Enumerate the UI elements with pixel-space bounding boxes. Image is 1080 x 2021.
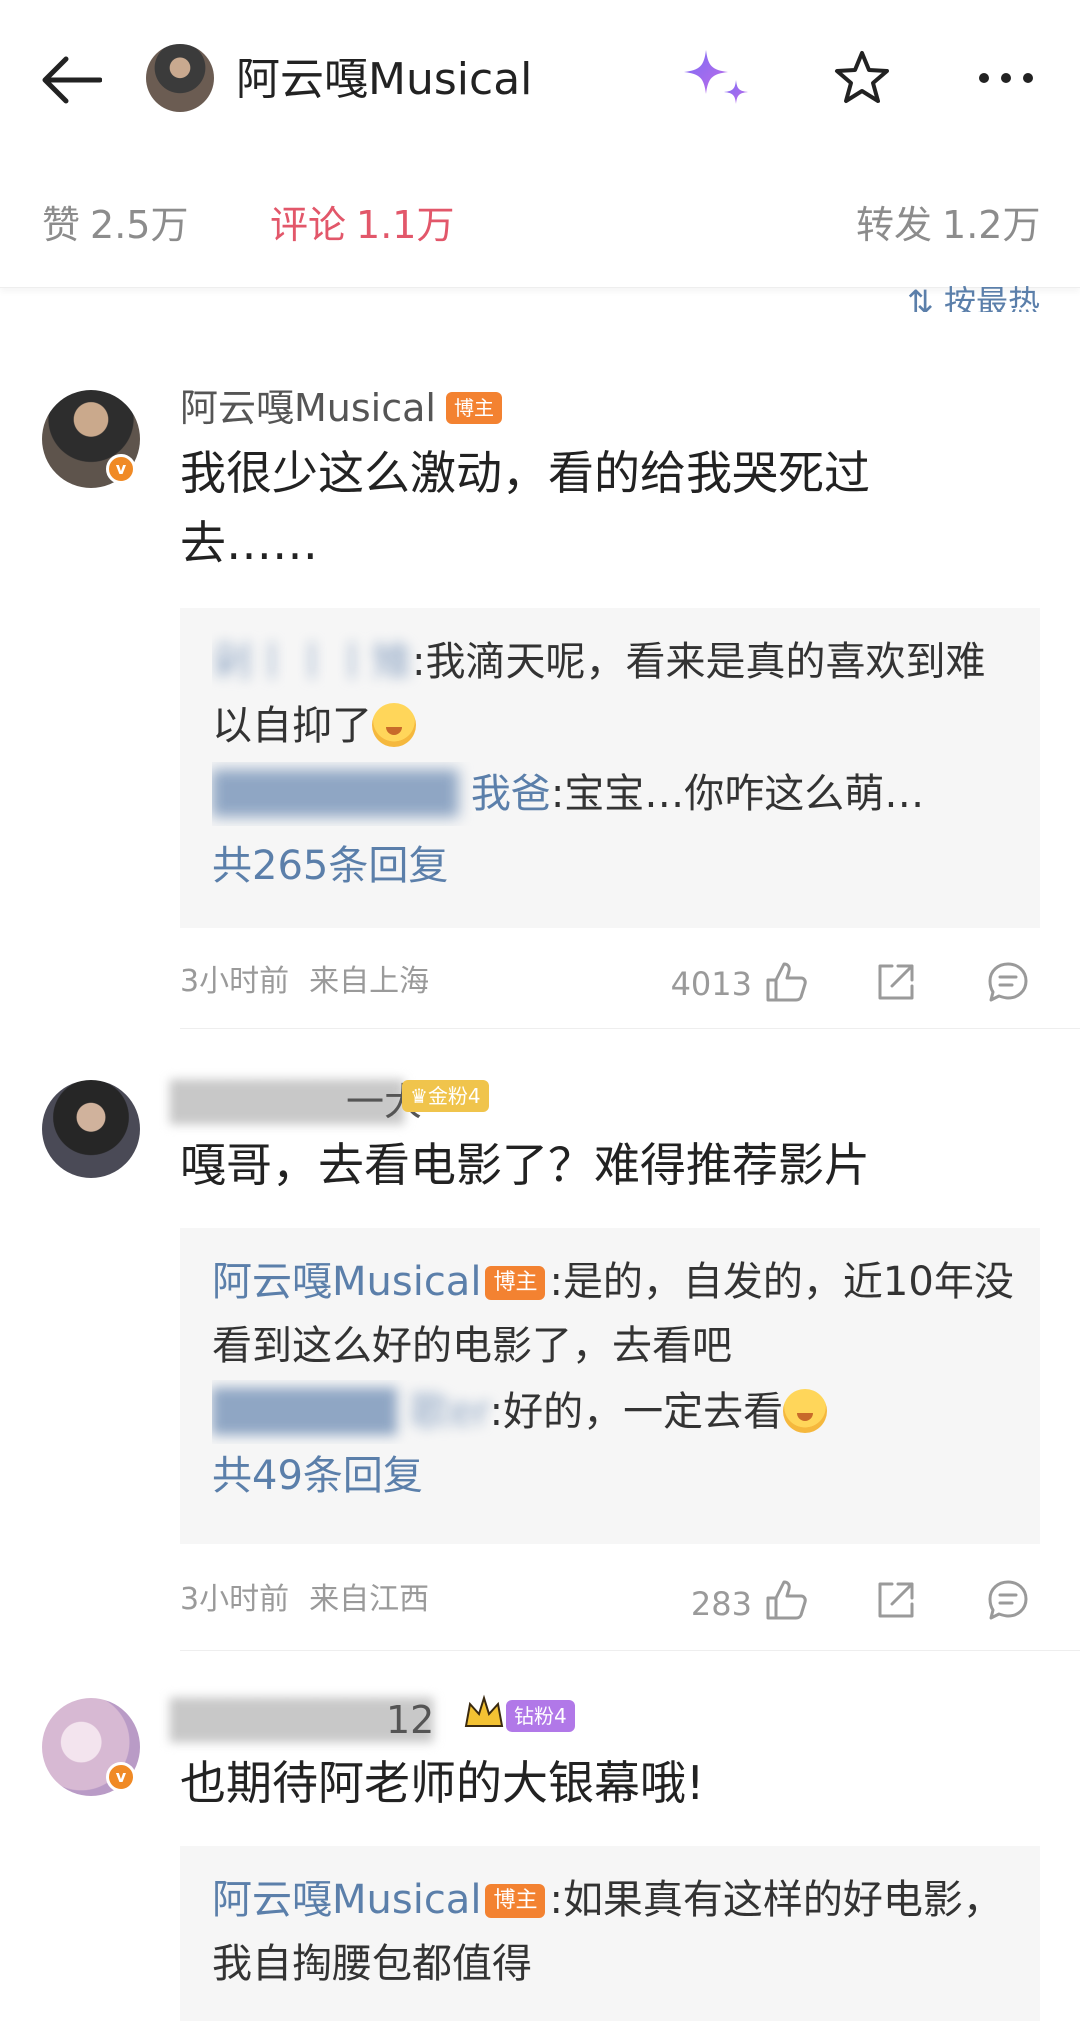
comment-text: 也期待阿老师的大银幕哦! — [180, 1756, 705, 1810]
replies-box[interactable]: 阿云嘎Musical 博主:如果真有这样的好电影，我自掏腰包都值得 — [180, 1846, 1040, 2021]
comment-username[interactable]: 阿云嘎Musical — [180, 384, 436, 432]
tab-likes-count: 2.5万 — [90, 203, 189, 247]
tab-likes[interactable]: 赞 2.5万 — [42, 200, 188, 250]
crown-icon: ♛ — [410, 1084, 428, 1108]
reply-line[interactable]: ████████ 我爸:宝宝…你咋这么萌… — [212, 762, 1022, 826]
comment-divider — [180, 1650, 1080, 1651]
blushing-emoji-icon — [783, 1389, 828, 1433]
replies-box[interactable]: 阿云嘎Musical 博主:是的，自发的，近10年没看到这么好的电影了，去看吧 █… — [180, 1228, 1040, 1544]
like-icon[interactable] — [764, 1578, 808, 1622]
reply-separator: : — [549, 1877, 563, 1923]
reply-username-hidden-prefix: ██████ — [212, 1389, 410, 1435]
nav-title[interactable]: 阿云嘎Musical — [236, 52, 532, 108]
share-icon[interactable] — [874, 1578, 918, 1622]
reply-separator: : — [549, 1259, 563, 1305]
host-tag: 博主 — [485, 1884, 546, 1918]
sort-icon: ⇅ — [907, 283, 944, 312]
sparkle-icon[interactable] — [682, 48, 754, 110]
tab-reposts-count: 1.2万 — [942, 203, 1041, 247]
avatar[interactable] — [42, 1080, 140, 1178]
crying-emoji-icon — [372, 703, 416, 747]
comment-location: 来自上海 — [309, 964, 430, 999]
view-replies-link[interactable]: 共265条回复 — [212, 834, 448, 898]
tab-comments-count: 1.1万 — [356, 203, 455, 247]
tab-reposts[interactable]: 转发 1.2万 — [856, 200, 1040, 250]
crown-icon — [464, 1694, 504, 1727]
like-count: 4013 — [670, 965, 752, 1003]
comment-item: v 阿云嘎Musical 博主 我很少这么激动，看的给我哭死过去…… 剁丨丨丨雉… — [0, 380, 1080, 1030]
comment-time: 3小时前 — [180, 1582, 290, 1617]
back-arrow-icon — [42, 56, 102, 104]
reply-separator: : — [412, 639, 426, 685]
reply-username[interactable]: 阿云嘎Musical — [212, 1259, 481, 1305]
comment-username[interactable]: 12 — [386, 1696, 434, 1744]
comment-text: 嘎哥，去看电影了？难得推荐影片 — [180, 1138, 870, 1192]
fan-level-tag: 钻粉4 — [506, 1700, 575, 1732]
back-button[interactable] — [40, 52, 110, 108]
like-count: 283 — [690, 1585, 752, 1623]
reply-text: 宝宝…你咋这么萌… — [564, 771, 925, 817]
comment-item: ████████ 一大 ♛金粉4 嘎哥，去看电影了？难得推荐影片 阿云嘎Musi… — [0, 1032, 1080, 1652]
sort-label: 按最热 — [943, 283, 1040, 312]
tab-comments-label: 评论 — [270, 203, 347, 247]
reply-username[interactable]: 歌er — [409, 1389, 489, 1435]
like-icon[interactable] — [764, 960, 808, 1004]
fan-level-tag: ♛金粉4 — [402, 1080, 489, 1112]
comment-time: 3小时前 — [180, 964, 290, 999]
share-icon[interactable] — [874, 960, 918, 1004]
fan-level-label: 金粉4 — [427, 1084, 481, 1108]
reply-username[interactable]: 阿云嘎Musical — [212, 1877, 481, 1923]
comment-divider — [180, 1028, 1080, 1029]
comment-text: 我很少这么激动，看的给我哭死过去…… — [180, 446, 870, 570]
star-icon[interactable] — [832, 48, 892, 108]
comment-location: 来自江西 — [309, 1582, 430, 1617]
replies-box[interactable]: 剁丨丨丨雉:我滴天呢，看来是真的喜欢到难以自抑了 ████████ 我爸:宝宝…… — [180, 608, 1040, 928]
reply-icon[interactable] — [986, 1578, 1030, 1622]
comment-item: v █████████ 12 钻粉4 也期待阿老师的大银幕哦! 阿云嘎Music… — [0, 1652, 1080, 2021]
reply-separator: : — [550, 771, 565, 817]
reply-text: 好的，一定去看 — [503, 1389, 784, 1435]
nav-avatar[interactable] — [146, 44, 214, 112]
top-nav: 阿云嘎Musical — [0, 0, 1080, 160]
comment-meta: 3小时前 来自上海 — [180, 962, 429, 1002]
sort-toggle[interactable]: ⇅ 按最热 — [907, 272, 1040, 312]
reply-line[interactable]: 阿云嘎Musical 博主:是的，自发的，近10年没看到这么好的电影了，去看吧 — [212, 1250, 1022, 1378]
reply-line[interactable]: ██████ 歌er:好的，一定去看 — [212, 1380, 1022, 1444]
reply-separator: : — [489, 1389, 504, 1435]
tab-reposts-label: 转发 — [856, 203, 933, 247]
verified-badge-icon: v — [106, 1762, 136, 1792]
host-tag: 博主 — [485, 1266, 546, 1300]
reply-line[interactable]: 阿云嘎Musical 博主:如果真有这样的好电影，我自掏腰包都值得 — [212, 1868, 1022, 1996]
reply-username[interactable]: 剁丨丨丨雉 — [212, 639, 412, 685]
host-tag: 博主 — [446, 392, 502, 424]
comment-meta: 3小时前 来自江西 — [180, 1580, 429, 1620]
reply-icon[interactable] — [986, 960, 1030, 1004]
tab-likes-label: 赞 — [42, 203, 81, 247]
reply-username-hidden-prefix: ████████ — [212, 771, 471, 817]
more-icon[interactable] — [976, 60, 1036, 96]
reply-username[interactable]: 我爸 — [471, 771, 551, 817]
verified-badge-icon: v — [106, 454, 136, 484]
reply-line[interactable]: 剁丨丨丨雉:我滴天呢，看来是真的喜欢到难以自抑了 — [212, 630, 1022, 758]
view-replies-link[interactable]: 共49条回复 — [212, 1444, 423, 1508]
tab-comments[interactable]: 评论 1.1万 — [270, 200, 454, 250]
